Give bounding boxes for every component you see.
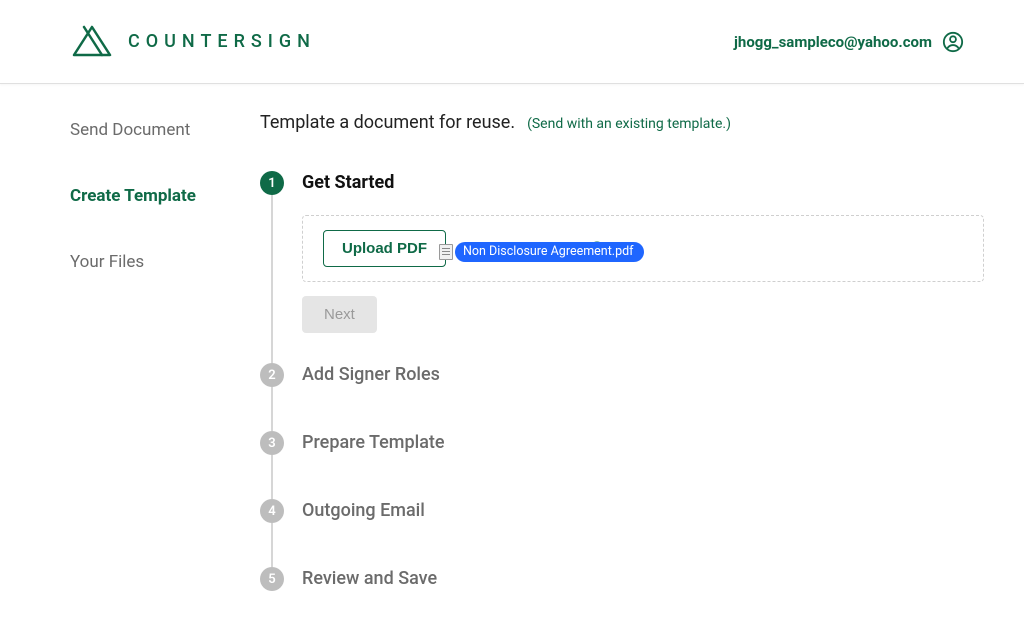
page-title: Template a document for reuse.: [260, 112, 515, 133]
step-review-and-save: 5 Review and Save: [260, 565, 984, 633]
step-title: Outgoing Email: [302, 497, 425, 525]
step-number-badge: 1: [260, 171, 284, 195]
step-number-badge: 5: [260, 567, 284, 591]
upload-drop-zone[interactable]: Upload PDF or drag and drop: [302, 215, 984, 282]
step-connector: [271, 523, 273, 567]
step-title: Review and Save: [302, 565, 437, 593]
step-connector: [271, 387, 273, 431]
brand-name: COUNTERSIGN: [128, 31, 316, 52]
header-user: jhogg_sampleco@yahoo.com: [734, 31, 964, 53]
step-number-badge: 4: [260, 499, 284, 523]
step-add-signer-roles: 2 Add Signer Roles: [260, 361, 984, 429]
upload-pdf-button[interactable]: Upload PDF: [323, 230, 446, 267]
main-content: Template a document for reuse. (Send wit…: [260, 84, 1024, 624]
drag-file-name: Non Disclosure Agreement.pdf: [455, 242, 644, 262]
step-outgoing-email: 4 Outgoing Email: [260, 497, 984, 565]
sidebar-item-create-template[interactable]: Create Template: [70, 186, 260, 206]
next-button[interactable]: Next: [302, 296, 377, 333]
page-heading-row: Template a document for reuse. (Send wit…: [260, 112, 984, 133]
step-get-started: 1 Get Started Upload PDF or drag and dro…: [260, 169, 984, 361]
step-connector: [271, 455, 273, 499]
step-title: Get Started: [302, 169, 984, 197]
sidebar-item-your-files[interactable]: Your Files: [70, 252, 260, 272]
step-content: Get Started Upload PDF or drag and drop: [302, 169, 984, 333]
brand-logo[interactable]: COUNTERSIGN: [70, 25, 316, 59]
app-body: Send Document Create Template Your Files…: [0, 84, 1024, 624]
step-connector: [271, 195, 273, 363]
step-title: Prepare Template: [302, 429, 445, 457]
app-header: COUNTERSIGN jhogg_sampleco@yahoo.com: [0, 0, 1024, 84]
sidebar-nav: Send Document Create Template Your Files: [0, 84, 260, 624]
user-avatar-icon[interactable]: [942, 31, 964, 53]
step-title: Add Signer Roles: [302, 361, 440, 389]
drag-file-indicator: Non Disclosure Agreement.pdf: [439, 242, 644, 262]
user-email[interactable]: jhogg_sampleco@yahoo.com: [734, 33, 932, 51]
step-number-badge: 2: [260, 363, 284, 387]
existing-template-link[interactable]: (Send with an existing template.): [527, 116, 731, 132]
sidebar-item-send-document[interactable]: Send Document: [70, 120, 260, 140]
file-icon: [439, 244, 453, 260]
countersign-logo-icon: [70, 25, 114, 59]
step-number-badge: 3: [260, 431, 284, 455]
step-prepare-template: 3 Prepare Template: [260, 429, 984, 497]
wizard-steps: 1 Get Started Upload PDF or drag and dro…: [260, 169, 984, 633]
